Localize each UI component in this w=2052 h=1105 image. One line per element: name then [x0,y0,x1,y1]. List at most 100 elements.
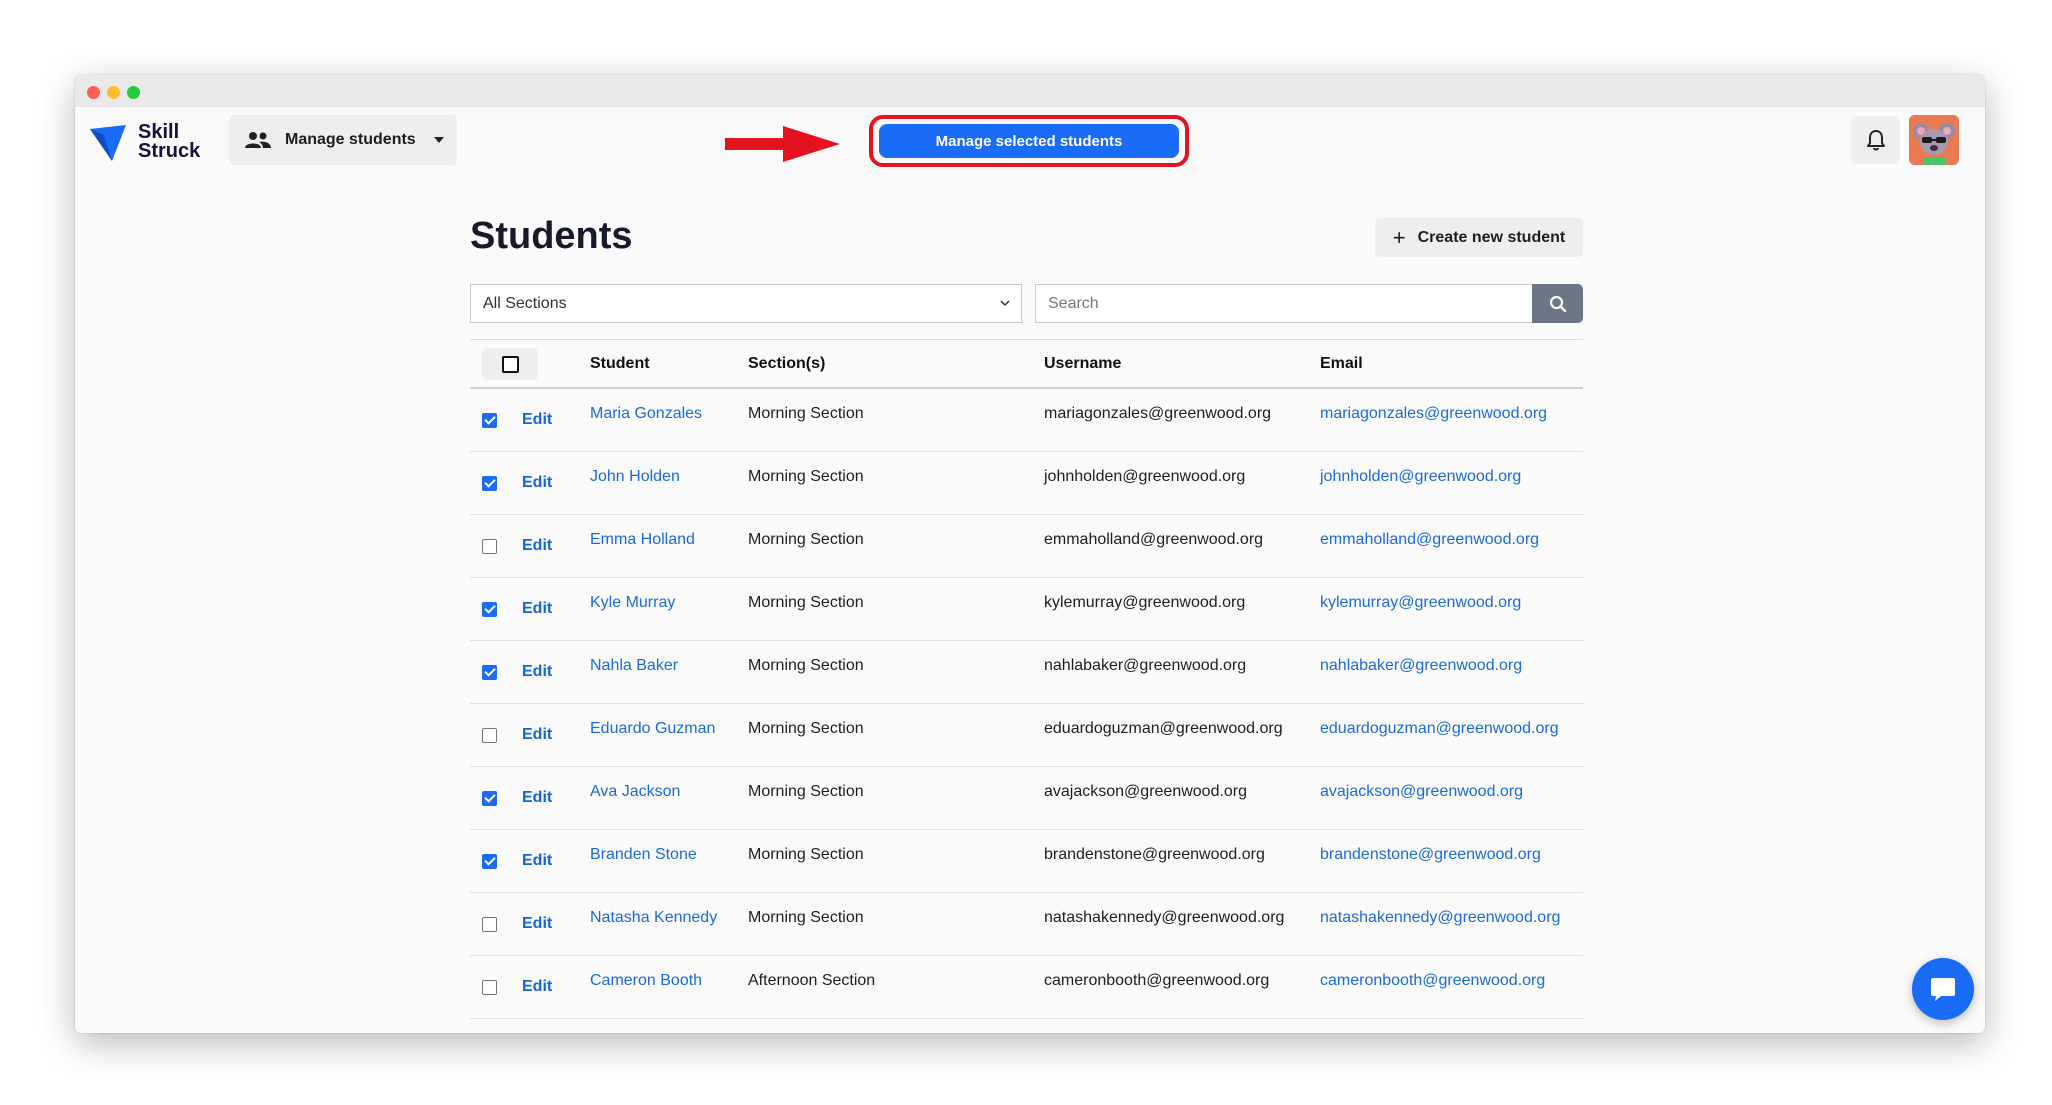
bell-icon [1866,130,1885,151]
create-new-student-button[interactable]: + Create new student [1375,218,1583,257]
column-header-student[interactable]: Student [590,340,650,388]
student-username: brandenstone@greenwood.org [1044,846,1265,863]
edit-link[interactable]: Edit [522,474,552,492]
edit-link[interactable]: Edit [522,663,552,681]
search-icon [1549,295,1566,312]
select-all-box [501,355,519,373]
student-email-link[interactable]: johnholden@greenwood.org [1320,468,1521,486]
table-row: Edit Branden Stone Morning Section brandens… [470,830,1583,893]
search-input[interactable] [1035,284,1533,323]
table-row: Edit Kyle Murray Morning Section kylemurray… [470,578,1583,641]
edit-link[interactable]: Edit [522,852,552,870]
close-window-button[interactable] [87,86,100,99]
student-username: kylemurray@greenwood.org [1044,594,1246,611]
student-email-link[interactable]: natashakennedy@greenwood.org [1320,909,1560,927]
edit-link[interactable]: Edit [522,537,552,555]
sections-select-value: All Sections [483,294,567,312]
edit-link[interactable]: Edit [522,978,552,996]
student-name-link[interactable]: John Holden [590,468,680,486]
student-name-link[interactable]: Maria Gonzales [590,405,702,423]
row-checkbox[interactable] [482,539,497,554]
row-checkbox[interactable] [482,728,497,743]
column-header-username[interactable]: Username [1044,340,1121,388]
column-header-sections[interactable]: Section(s) [748,340,825,388]
table-header: Student Section(s) Username Email [470,339,1583,389]
student-name-link[interactable]: Branden Stone [590,846,697,864]
row-checkbox[interactable] [482,476,497,491]
student-email-link[interactable]: mariagonzales@greenwood.org [1320,405,1547,423]
student-username: avajackson@greenwood.org [1044,783,1248,800]
student-email-link[interactable]: avajackson@greenwood.org [1320,783,1523,801]
student-name-link[interactable]: Emma Holland [590,531,695,549]
create-new-student-label: Create new student [1417,228,1566,246]
student-username: eduardoguzman@greenwood.org [1044,720,1283,737]
row-checkbox[interactable] [482,602,497,617]
manage-students-dropdown[interactable]: Manage students [229,115,457,165]
student-name-link[interactable]: Cameron Booth [590,972,702,990]
table-row: Edit Ava Jackson Morning Section avajackson… [470,767,1583,830]
student-section: Afternoon Section [748,972,876,989]
student-name-link[interactable]: Nahla Baker [590,657,678,675]
student-section: Morning Section [748,594,864,611]
table-row: Edit Natasha Kennedy Morning Section natash… [470,893,1583,956]
skillstruck-logo[interactable]: Skill Struck [88,121,208,165]
minimize-window-button[interactable] [107,86,120,99]
column-header-email[interactable]: Email [1320,340,1363,388]
table-row: Edit Maria Gonzales Morning Section mariago… [470,389,1583,452]
student-section: Morning Section [748,657,864,674]
chat-support-button[interactable] [1912,958,1974,1020]
edit-link[interactable]: Edit [522,411,552,429]
student-name-link[interactable]: Natasha Kennedy [590,909,717,927]
chevron-down-icon [1000,300,1010,307]
chevron-down-icon [433,137,444,143]
manage-selected-students-button[interactable]: Manage selected students [879,124,1179,158]
edit-link[interactable]: Edit [522,915,552,933]
window-titlebar [75,75,1985,107]
sections-select[interactable]: All Sections [470,284,1022,323]
table-body: Edit Maria Gonzales Morning Section mariago… [470,389,1583,1019]
user-avatar[interactable] [1909,115,1959,165]
student-username: emmaholland@greenwood.org [1044,531,1264,548]
student-section: Morning Section [748,783,864,800]
edit-link[interactable]: Edit [522,789,552,807]
student-username: cameronbooth@greenwood.org [1044,972,1270,989]
student-email-link[interactable]: brandenstone@greenwood.org [1320,846,1541,864]
student-section: Morning Section [748,468,864,485]
edit-link[interactable]: Edit [522,726,552,744]
koala-avatar-icon [1909,115,1959,165]
logo-text: Skill Struck [138,122,200,161]
table-row: Edit John Holden Morning Section johnholden… [470,452,1583,515]
student-section: Morning Section [748,531,864,548]
row-checkbox[interactable] [482,854,497,869]
student-section: Morning Section [748,909,864,926]
row-checkbox[interactable] [482,665,497,680]
table-row: Edit Eduardo Guzman Morning Section eduardo… [470,704,1583,767]
row-checkbox[interactable] [482,791,497,806]
table-row: Edit Cameron Booth Afternoon Section camero… [470,956,1583,1019]
student-email-link[interactable]: emmaholland@greenwood.org [1320,531,1539,549]
select-all-checkbox[interactable] [482,348,538,380]
student-section: Morning Section [748,405,864,422]
student-username: mariagonzales@greenwood.org [1044,405,1272,422]
edit-link[interactable]: Edit [522,600,552,618]
notifications-button[interactable] [1851,116,1900,164]
row-checkbox[interactable] [482,980,497,995]
student-email-link[interactable]: cameronbooth@greenwood.org [1320,972,1545,990]
student-username: natashakennedy@greenwood.org [1044,909,1285,926]
student-email-link[interactable]: kylemurray@greenwood.org [1320,594,1521,612]
student-email-link[interactable]: nahlabaker@greenwood.org [1320,657,1522,675]
table-row: Edit Nahla Baker Morning Section nahlabaker… [470,641,1583,704]
student-name-link[interactable]: Ava Jackson [590,783,680,801]
student-name-link[interactable]: Eduardo Guzman [590,720,715,738]
student-section: Morning Section [748,720,864,737]
row-checkbox[interactable] [482,413,497,428]
chat-icon [1931,978,1955,1001]
student-email-link[interactable]: eduardoguzman@greenwood.org [1320,720,1559,738]
row-checkbox[interactable] [482,917,497,932]
search-button[interactable] [1532,284,1583,323]
maximize-window-button[interactable] [127,86,140,99]
students-table: Student Section(s) Username Email Edit Ma… [470,339,1583,1019]
people-icon [245,132,271,148]
red-arrow-annotation-icon [725,126,840,162]
student-name-link[interactable]: Kyle Murray [590,594,675,612]
